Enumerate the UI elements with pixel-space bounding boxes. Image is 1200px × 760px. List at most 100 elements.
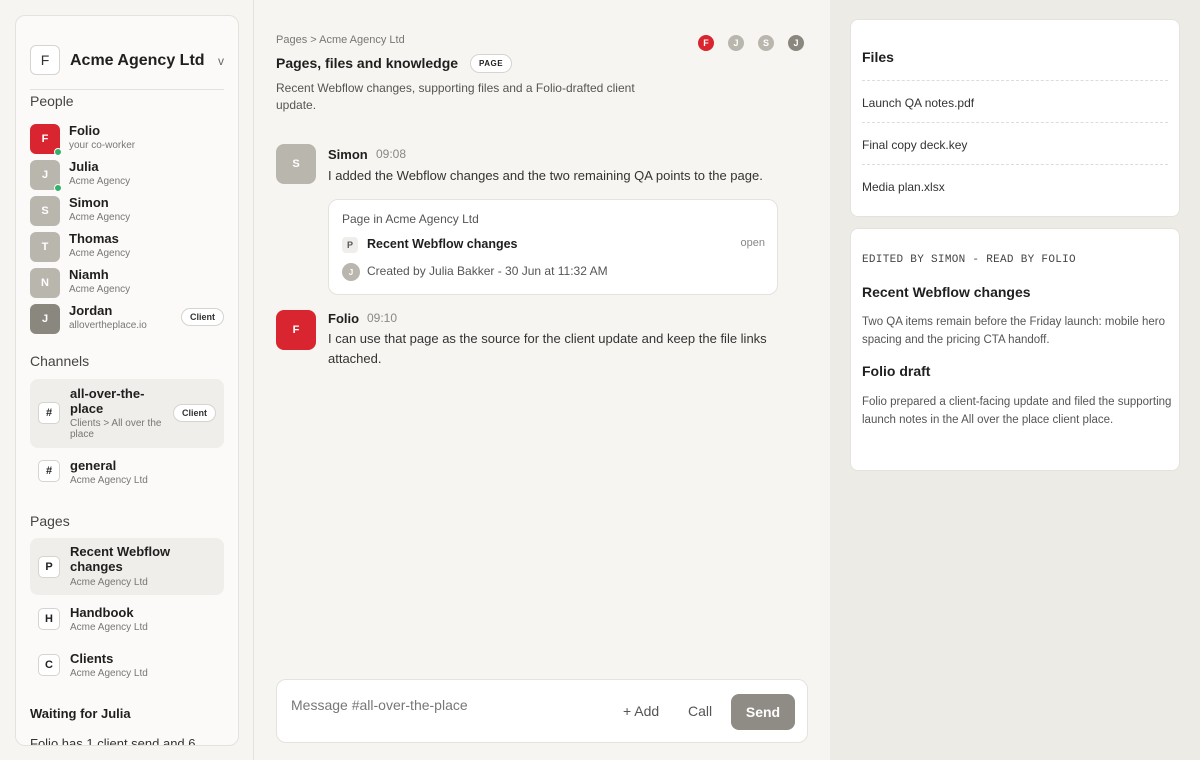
clients-icon: C [38, 654, 60, 676]
call-button[interactable]: Call [688, 703, 712, 719]
sidebar: F Acme Agency Ltd v People F Folio your … [15, 15, 239, 746]
channels-section-title: Channels [30, 353, 90, 369]
hash-icon: # [38, 402, 60, 424]
page-title: Recent Webflow changes [70, 544, 171, 574]
workspace-switcher[interactable]: F Acme Agency Ltd v [30, 30, 224, 90]
person-jordan[interactable]: J Jordan allovertheplace.io Client [30, 302, 224, 334]
channel-subtitle: Acme Agency Ltd [70, 475, 148, 486]
page-icon: P [38, 556, 60, 578]
page-handbook[interactable]: H Handbook Acme Agency Ltd [30, 601, 224, 641]
channel-general[interactable]: # general Acme Agency Ltd [30, 454, 224, 492]
avatar: J [30, 160, 62, 192]
avatar: S [276, 144, 316, 184]
page-subtitle: Acme Agency Ltd [70, 577, 148, 588]
file-row[interactable]: Final copy deck.key [862, 122, 1168, 164]
chevron-down-icon[interactable]: v [218, 54, 224, 68]
person-niamh[interactable]: N Niamh Acme Agency [30, 266, 224, 298]
add-button[interactable]: + Add [623, 703, 659, 719]
open-link[interactable]: open [741, 237, 765, 249]
person-subtitle: allovertheplace.io [69, 320, 147, 331]
person-subtitle: Acme Agency [69, 176, 131, 187]
presence-avatar-folio[interactable]: F [696, 33, 716, 53]
app-window: F Acme Agency Ltd v People F Folio your … [0, 0, 1200, 760]
card-meta: Created by Julia Bakker - 30 Jun at 11:3… [367, 264, 608, 278]
workspace-logo: F [30, 45, 60, 75]
file-name: Media plan.xlsx [862, 180, 945, 194]
details-panel: Files Launch QA notes.pdf Final copy dec… [830, 0, 1200, 760]
online-status-icon [54, 184, 62, 192]
channel-title: all-over-the-place [70, 386, 145, 416]
page-clients[interactable]: C Clients Acme Agency Ltd [30, 647, 224, 687]
conversation-pane: Pages > Acme Agency Ltd Pages, files and… [254, 0, 830, 760]
person-name: Folio [69, 123, 101, 138]
edit-status-label: EDITED BY SIMON - READ BY FOLIO [862, 254, 1076, 266]
avatar: T [30, 232, 60, 262]
person-subtitle: your co-worker [69, 140, 136, 151]
message-time: 09:10 [367, 311, 398, 325]
page-description: Recent Webflow changes, supporting files… [276, 81, 635, 112]
file-row[interactable]: Launch QA notes.pdf [862, 80, 1168, 122]
avatar: N [30, 268, 60, 298]
person-name: Julia [69, 159, 99, 174]
person-simon[interactable]: S Simon Acme Agency [30, 194, 224, 226]
person-folio[interactable]: F Folio your co-worker [30, 122, 224, 156]
pages-section-title: Pages [30, 513, 70, 529]
message-time: 09:08 [376, 147, 407, 161]
presence-avatar-jordan[interactable]: J [786, 33, 806, 53]
message-text: I added the Webflow changes and the two … [328, 168, 763, 183]
page-link-card[interactable]: Page in Acme Agency Ltd P Recent Webflow… [328, 199, 778, 295]
message-text: I can use that page as the source for th… [328, 331, 767, 366]
client-badge: Client [172, 404, 216, 422]
page-title: Pages, files and knowledge [276, 55, 459, 71]
page-recent-webflow-changes[interactable]: P Recent Webflow changes Acme Agency Ltd [30, 538, 224, 595]
person-subtitle: Acme Agency [69, 284, 131, 295]
message-author: Simon [328, 147, 368, 162]
card-title: Recent Webflow changes [367, 237, 518, 251]
person-name: Niamh [69, 267, 109, 282]
breadcrumb[interactable]: Pages > Acme Agency Ltd [276, 34, 405, 46]
workspace-name: Acme Agency Ltd [70, 52, 205, 69]
file-name: Final copy deck.key [862, 138, 968, 152]
note-text: Two QA items remain before the Friday la… [862, 316, 1165, 346]
hash-icon: # [38, 460, 60, 482]
files-panel: Files Launch QA notes.pdf Final copy dec… [850, 19, 1180, 217]
channel-subtitle: Clients > All over the place [70, 418, 162, 440]
person-name: Jordan [69, 303, 113, 318]
client-badge: Client [180, 308, 224, 326]
person-julia[interactable]: J Julia Acme Agency [30, 158, 224, 192]
avatar: F [30, 124, 62, 156]
files-title: Files [862, 49, 894, 65]
presence-avatar-simon[interactable]: S [756, 33, 776, 53]
note-title: Folio draft [862, 363, 931, 379]
presence-avatar-julia[interactable]: J [726, 33, 746, 53]
send-button[interactable]: Send [731, 694, 795, 730]
avatar: F [276, 310, 316, 350]
online-status-icon [54, 148, 62, 156]
card-header: Page in Acme Agency Ltd [342, 212, 479, 226]
handbook-icon: H [38, 608, 60, 630]
waiting-title: Waiting for Julia [30, 706, 131, 721]
waiting-text: Folio has 1 client send and 6 tasks held… [30, 736, 196, 746]
people-section-title: People [30, 93, 74, 109]
channel-title: general [70, 458, 117, 473]
page-title: Clients [70, 651, 114, 666]
avatar: J [342, 263, 360, 281]
message-author: Folio [328, 311, 360, 326]
avatar: S [30, 196, 60, 226]
file-name: Launch QA notes.pdf [862, 96, 975, 110]
file-row[interactable]: Media plan.xlsx [862, 164, 1168, 206]
page-subtitle: Acme Agency Ltd [70, 622, 148, 633]
person-name: Thomas [69, 231, 119, 246]
channel-all-over-the-place[interactable]: # all-over-the-place Clients > All over … [30, 379, 224, 448]
message-input[interactable] [291, 694, 591, 716]
page-subtitle: Acme Agency Ltd [70, 668, 148, 679]
note-title: Recent Webflow changes [862, 284, 1031, 300]
person-name: Simon [69, 195, 109, 210]
person-thomas[interactable]: T Thomas Acme Agency [30, 230, 224, 262]
page-type-badge: PAGE [470, 54, 513, 73]
avatar: J [30, 304, 60, 334]
message-composer: + Add Call Send [276, 679, 808, 743]
notes-panel: EDITED BY SIMON - READ BY FOLIO Recent W… [850, 228, 1180, 471]
note-text: Folio prepared a client-facing update an… [862, 396, 1172, 426]
page-icon: P [342, 237, 358, 253]
